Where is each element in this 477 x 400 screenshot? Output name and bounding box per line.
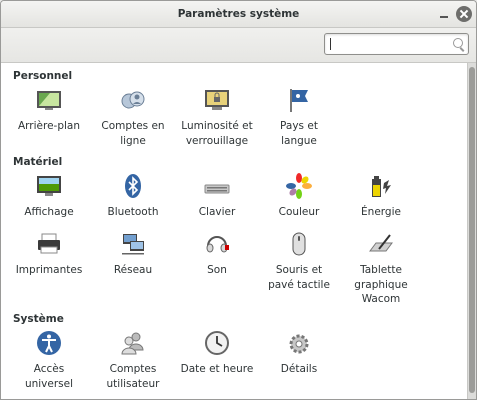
search-input[interactable] — [329, 36, 453, 53]
sound-icon — [206, 236, 229, 253]
item-label: Luminosité et verrouillage — [181, 120, 253, 147]
item-online-accounts[interactable]: Comptes en ligne — [93, 87, 173, 148]
item-label: Pays et langue — [280, 120, 318, 147]
item-label: Son — [207, 264, 227, 276]
item-wacom[interactable]: Tablette graphique Wacom — [341, 231, 421, 307]
item-date-time[interactable]: Date et heure — [177, 330, 257, 377]
item-color[interactable]: Couleur — [259, 173, 339, 220]
keyboard-icon — [204, 184, 230, 194]
users-icon — [121, 332, 144, 355]
item-region-language[interactable]: Pays et langue — [259, 87, 339, 148]
item-brightness-lock[interactable]: Luminosité et verrouillage — [177, 87, 257, 148]
item-label: Imprimantes — [15, 264, 83, 276]
item-label: Comptes en ligne — [101, 120, 165, 147]
wallpaper-icon — [37, 91, 61, 110]
item-label: Détails — [280, 363, 318, 375]
item-sound[interactable]: Son — [177, 231, 257, 278]
network-icon — [122, 234, 144, 255]
scrollbar-thumb[interactable] — [469, 67, 475, 393]
item-details[interactable]: Détails — [259, 330, 339, 377]
item-network[interactable]: Réseau — [93, 231, 173, 278]
mouse-icon — [292, 232, 306, 256]
title-bar[interactable]: Paramètres système — [1, 1, 476, 28]
item-mouse-touchpad[interactable]: Souris et pavé tactile — [259, 231, 339, 292]
item-label: Bluetooth — [107, 206, 159, 218]
window-title: Paramètres système — [177, 8, 300, 20]
accessibility-icon — [37, 331, 61, 355]
search-icon[interactable] — [453, 38, 463, 48]
online-accounts-icon — [121, 91, 145, 109]
clock-icon — [205, 331, 229, 355]
color-icon — [286, 173, 312, 199]
item-universal-access[interactable]: Accès universel — [9, 330, 89, 391]
gears-icon — [289, 334, 309, 354]
bluetooth-icon — [125, 174, 141, 198]
item-display[interactable]: Affichage — [9, 173, 89, 220]
printer-icon — [38, 233, 60, 254]
section-title-personal: Personnel — [13, 70, 73, 82]
item-label: Arrière-plan — [17, 120, 80, 132]
vertical-scrollbar[interactable] — [467, 63, 476, 399]
item-label: Couleur — [278, 206, 320, 218]
minimize-button[interactable] — [435, 5, 453, 22]
settings-window: Paramètres système Personnel Arrière-pla… — [0, 0, 477, 400]
brightness-lock-icon — [205, 90, 229, 110]
item-background[interactable]: Arrière-plan — [9, 87, 89, 134]
item-bluetooth[interactable]: Bluetooth — [93, 173, 173, 220]
tablet-icon — [369, 234, 393, 252]
item-label: Souris et pavé tactile — [268, 264, 330, 291]
item-user-accounts[interactable]: Comptes utilisateur — [93, 330, 173, 391]
item-printers[interactable]: Imprimantes — [9, 231, 89, 278]
item-label: Énergie — [361, 206, 401, 218]
item-label: Accès universel — [24, 363, 74, 390]
section-title-system: Système — [13, 313, 64, 325]
toolbar — [1, 28, 476, 63]
battery-icon — [372, 176, 391, 197]
display-icon — [37, 176, 61, 196]
flag-icon — [290, 89, 308, 112]
item-power[interactable]: Énergie — [341, 173, 421, 220]
item-label: Date et heure — [180, 363, 254, 375]
search-field[interactable] — [324, 33, 469, 55]
close-button[interactable] — [456, 6, 472, 22]
item-keyboard[interactable]: Clavier — [177, 173, 257, 220]
item-label: Clavier — [198, 206, 236, 218]
item-label: Réseau — [113, 264, 153, 276]
item-label: Affichage — [24, 206, 74, 218]
section-title-hardware: Matériel — [13, 156, 63, 168]
settings-panel: Personnel Arrière-plan Comptes enligne — [1, 63, 467, 399]
item-label: Comptes utilisateur — [106, 363, 160, 390]
item-label: Tablette graphique Wacom — [354, 264, 408, 305]
